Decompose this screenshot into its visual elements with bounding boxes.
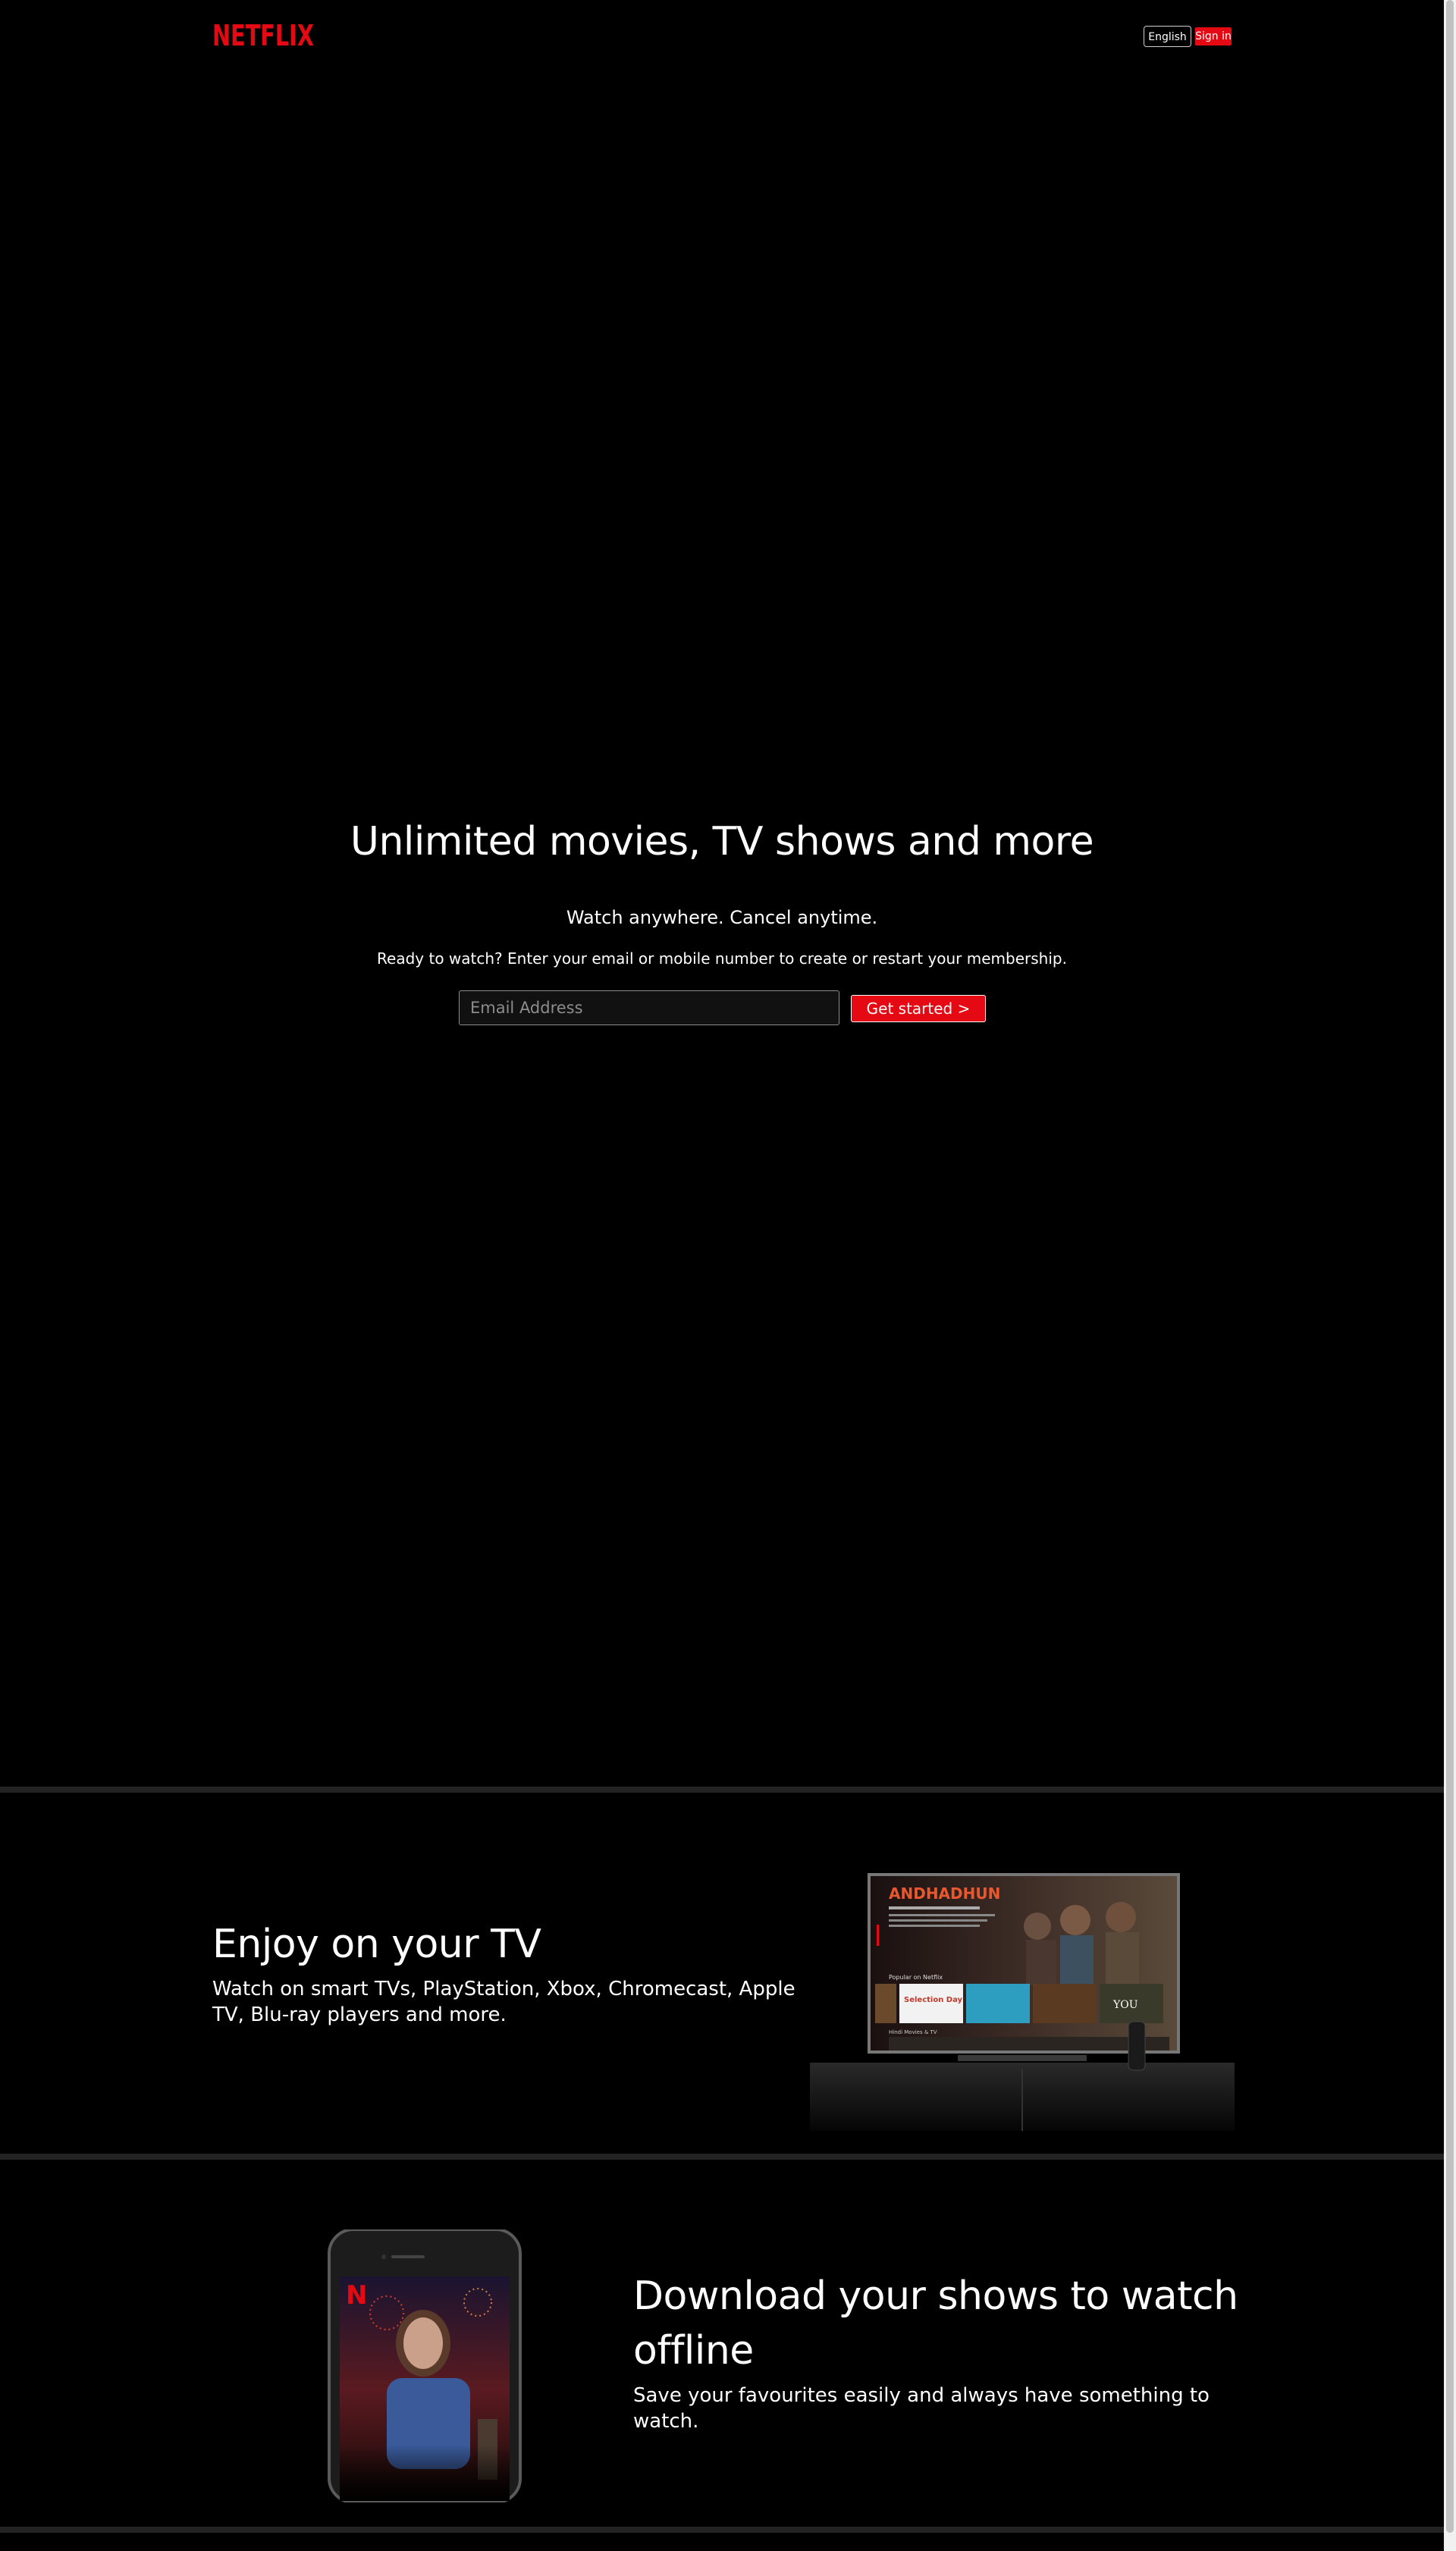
hero-section: Unlimited movies, TV shows and more Watc… [0, 819, 1444, 1025]
landing-page: NETFLIX English Sign in Unlimited movies… [0, 0, 1444, 2551]
hero-title: Unlimited movies, TV shows and more [350, 819, 1094, 864]
tv-section-title: Enjoy on your TV [212, 1922, 541, 1967]
tv-row-label: Popular on Netflix [889, 1974, 943, 1981]
scrollbar-thumb[interactable] [1446, 0, 1454, 2533]
sign-in-button[interactable]: Sign in [1195, 27, 1232, 45]
scrollbar[interactable] [1444, 0, 1456, 2551]
tv-row-label: Hindi Movies & TV [889, 2029, 937, 2035]
hero-cta-text: Ready to watch? Enter your email or mobi… [377, 949, 1067, 968]
tv-screen-title: ANDHADHUN [889, 1884, 1000, 1903]
download-section-title: Download your shows to watch offline [633, 2273, 1238, 2374]
section-divider [0, 2527, 1444, 2533]
language-select[interactable]: English [1144, 26, 1191, 47]
email-input[interactable]: Email Address [459, 990, 839, 1025]
tv-tile-label: YOU [1112, 1999, 1138, 2011]
download-section: N Download your shows to watch offline S… [0, 2163, 1444, 2527]
tv-section: Enjoy on your TV Watch on smart TVs, Pla… [0, 1793, 1444, 2154]
get-started-button[interactable]: Get started > [851, 995, 986, 1022]
tv-tile-label: Selection Day [904, 1996, 963, 2004]
netflix-logo[interactable]: NETFLIX [212, 18, 314, 50]
section-divider [0, 1787, 1444, 1793]
svg-text:NETFLIX: NETFLIX [212, 19, 314, 50]
hero-subtitle: Watch anywhere. Cancel anytime. [566, 907, 878, 928]
download-section-description: Save your favourites easily and always h… [633, 2384, 1210, 2433]
tv-image: ANDHADHUN Popular on Netflix Selection D… [810, 1873, 1235, 2131]
download-text-block: Download your shows to watch offline Sav… [633, 2269, 1240, 2434]
section-divider [0, 2154, 1444, 2160]
tv-section-description: Watch on smart TVs, PlayStation, Xbox, C… [212, 1978, 795, 2026]
phone-image: N [328, 2229, 522, 2502]
tv-text-block: Enjoy on your TV Watch on smart TVs, Pla… [212, 1917, 811, 2028]
